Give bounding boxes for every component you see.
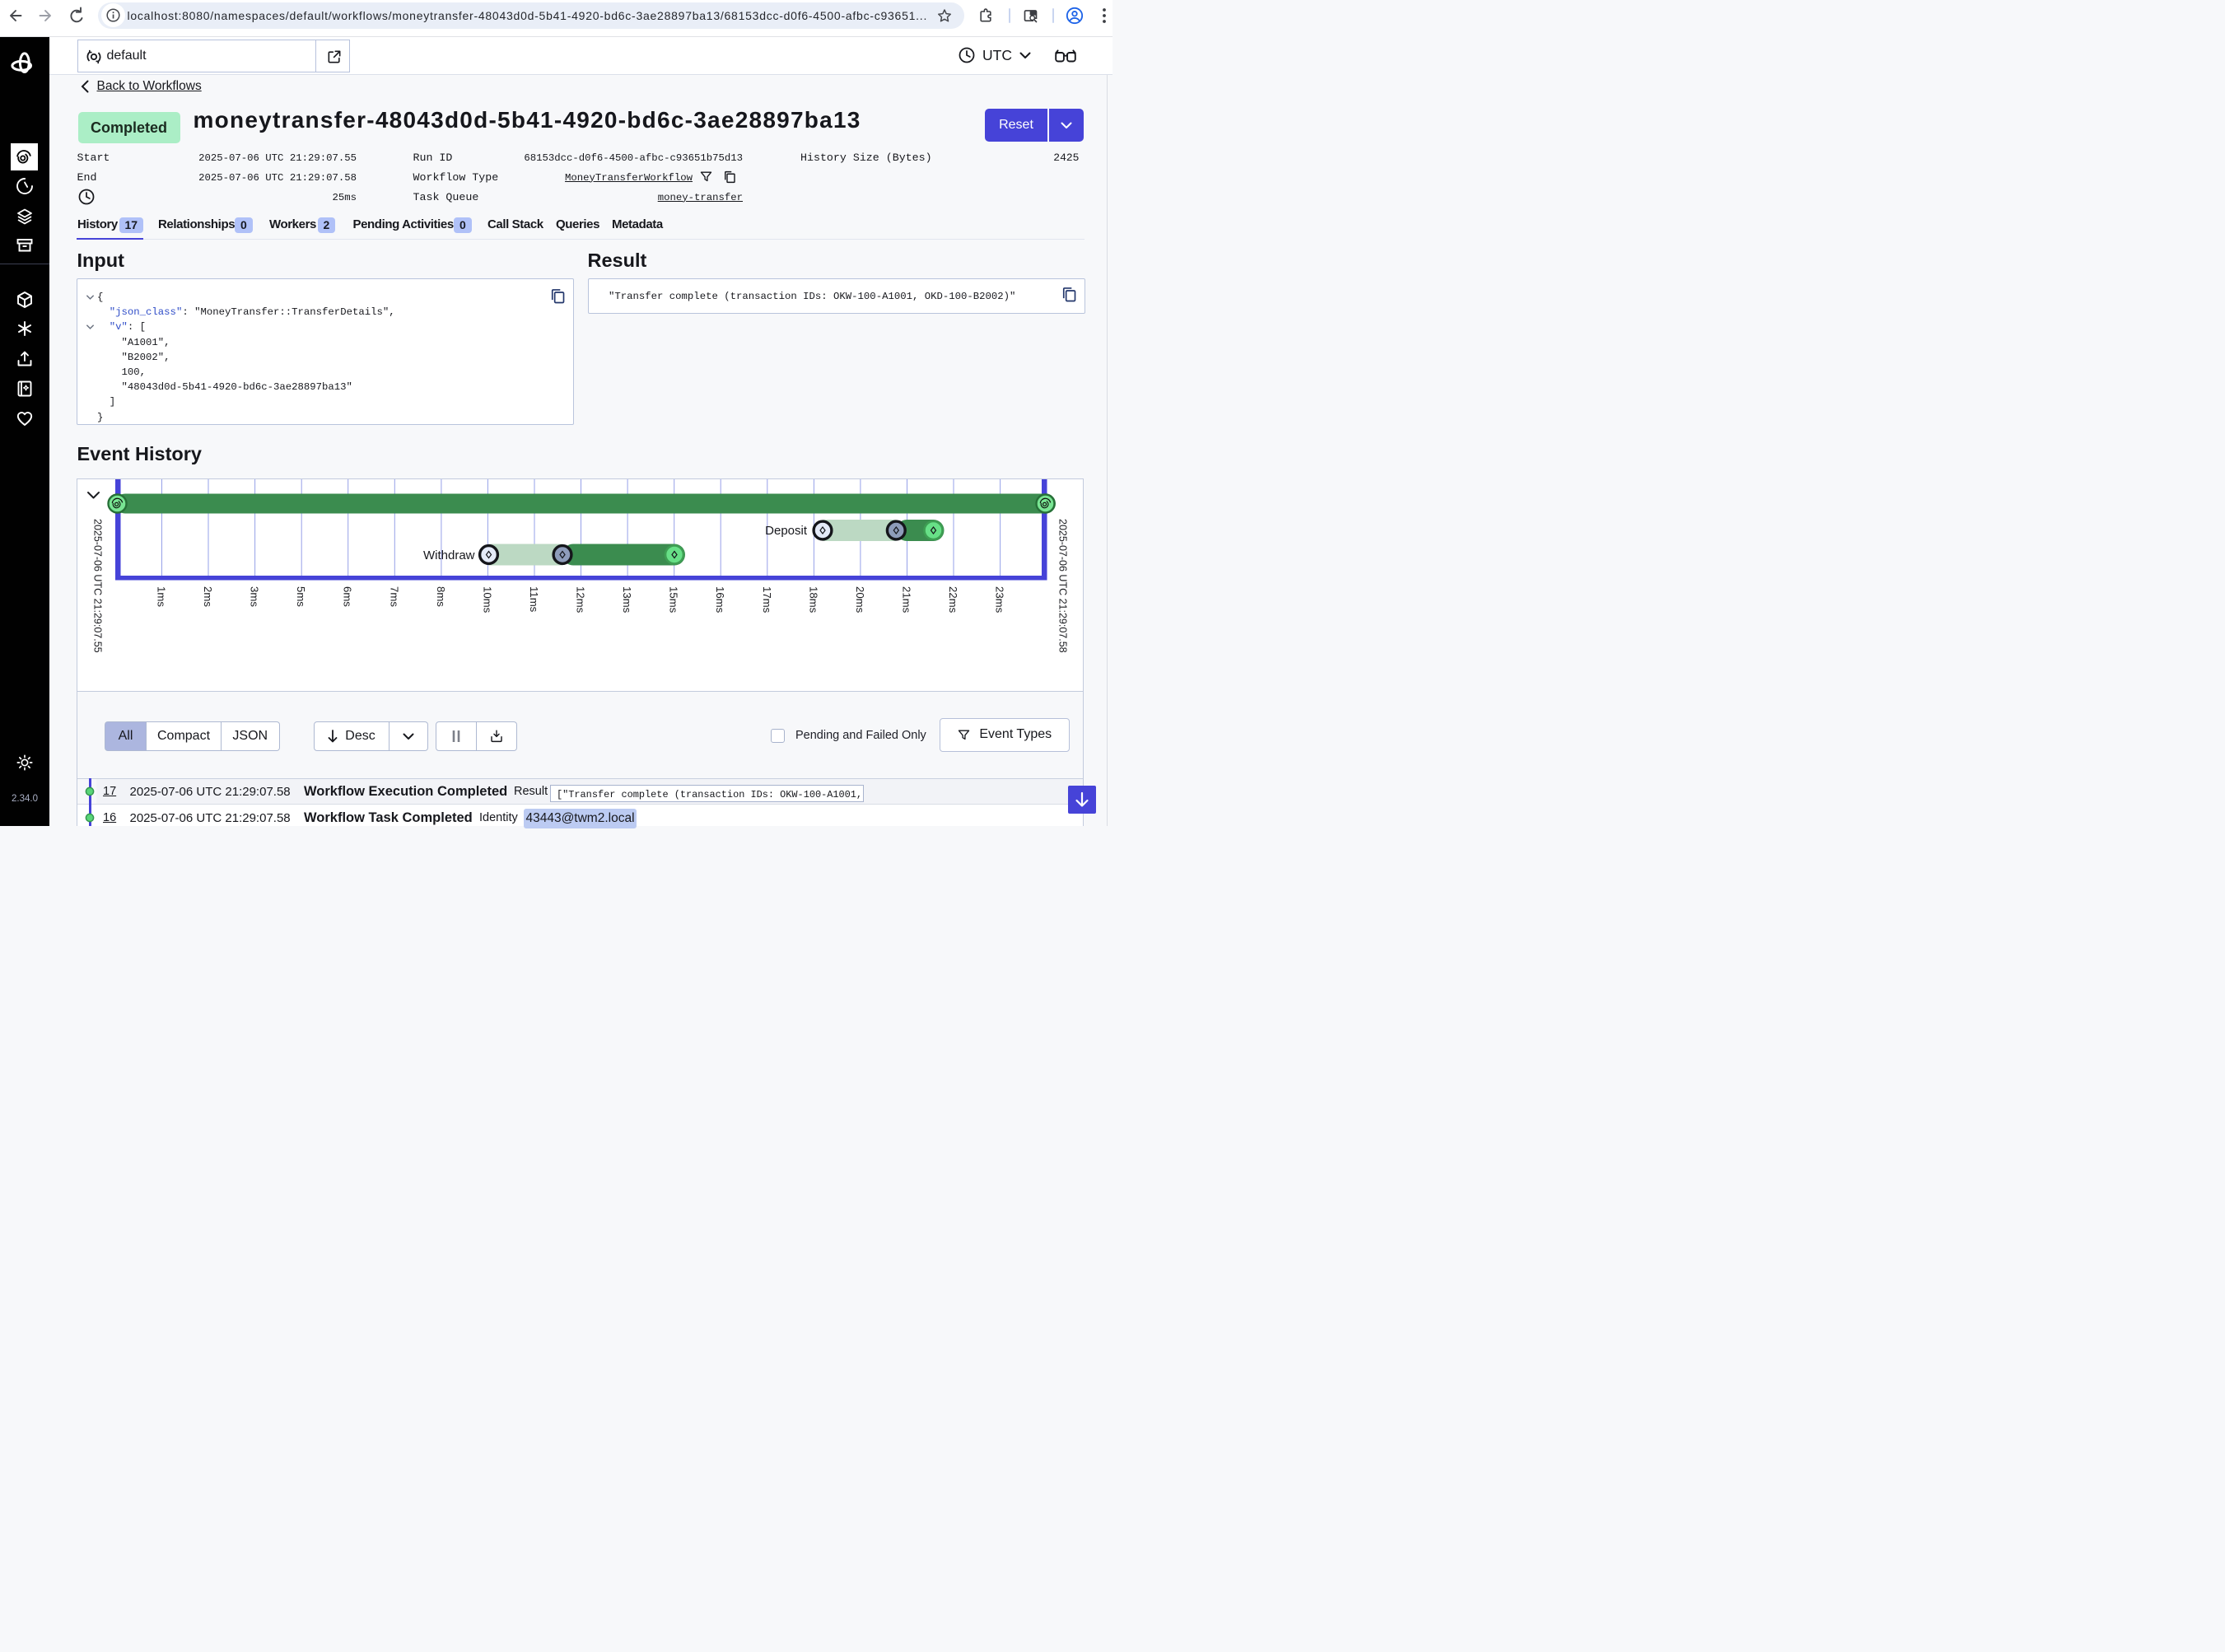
svg-text:7ms: 7ms xyxy=(388,586,400,607)
svg-text:3ms: 3ms xyxy=(248,586,260,607)
svg-text:11ms: 11ms xyxy=(528,586,540,613)
svg-text:Deposit: Deposit xyxy=(765,524,808,538)
svg-text:17ms: 17ms xyxy=(760,586,772,614)
svg-text:10ms: 10ms xyxy=(481,586,493,614)
svg-text:Withdraw: Withdraw xyxy=(422,548,474,562)
svg-text:6ms: 6ms xyxy=(341,586,353,607)
svg-text:2ms: 2ms xyxy=(202,586,214,607)
svg-text:18ms: 18ms xyxy=(807,586,819,614)
svg-text:2025-07-06 UTC 21:29:07.58: 2025-07-06 UTC 21:29:07.58 xyxy=(1057,519,1068,653)
svg-text:23ms: 23ms xyxy=(993,586,1005,614)
svg-text:12ms: 12ms xyxy=(574,586,586,614)
svg-text:20ms: 20ms xyxy=(853,586,865,614)
svg-text:15ms: 15ms xyxy=(667,586,679,614)
svg-text:16ms: 16ms xyxy=(714,586,726,614)
svg-text:5ms: 5ms xyxy=(295,586,307,607)
svg-text:1ms: 1ms xyxy=(155,586,167,607)
svg-text:2025-07-06 UTC 21:29:07.55: 2025-07-06 UTC 21:29:07.55 xyxy=(91,519,103,653)
svg-text:13ms: 13ms xyxy=(621,586,633,614)
svg-text:22ms: 22ms xyxy=(947,586,959,614)
svg-text:21ms: 21ms xyxy=(900,586,912,614)
svg-text:8ms: 8ms xyxy=(434,586,446,607)
